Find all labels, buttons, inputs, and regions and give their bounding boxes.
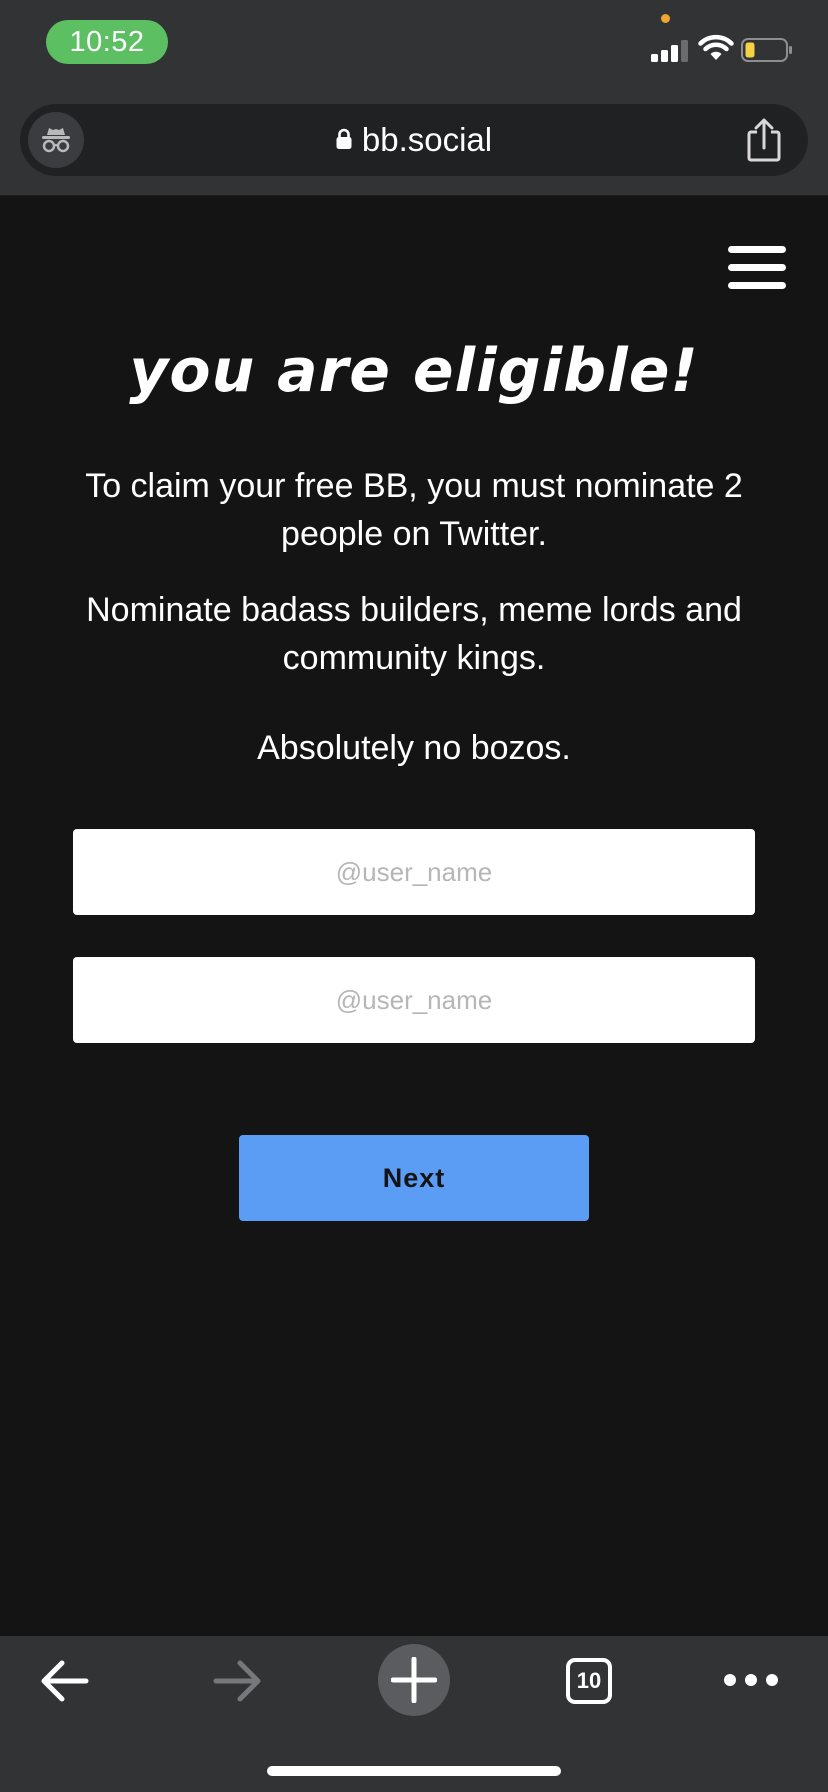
battery-icon bbox=[741, 38, 792, 62]
share-icon[interactable] bbox=[744, 118, 784, 162]
next-button[interactable]: Next bbox=[239, 1135, 589, 1221]
tab-switcher-button[interactable]: 10 bbox=[566, 1658, 612, 1704]
nominee-2-username-input[interactable] bbox=[73, 957, 755, 1043]
claim-instructions: To claim your free BB, you must nominate… bbox=[85, 467, 743, 553]
signal-icon bbox=[651, 38, 689, 62]
new-tab-button[interactable] bbox=[378, 1644, 450, 1716]
browser-address-bar: bb.social bbox=[0, 90, 828, 196]
status-time: 10:52 bbox=[46, 20, 168, 64]
lock-icon bbox=[336, 129, 352, 150]
page-headline: you are eligible! bbox=[129, 336, 699, 406]
hamburger-menu-icon[interactable] bbox=[728, 242, 788, 290]
status-bar: 10:52 bbox=[0, 0, 828, 90]
address-field[interactable]: bb.social bbox=[20, 104, 808, 176]
url-display[interactable]: bb.social bbox=[20, 104, 808, 176]
forward-arrow-icon[interactable] bbox=[212, 1658, 264, 1704]
recording-indicator-dot bbox=[661, 14, 670, 23]
wifi-icon bbox=[698, 34, 734, 60]
nominee-1-username-input[interactable] bbox=[73, 829, 755, 915]
plus-icon bbox=[391, 1657, 437, 1703]
home-indicator bbox=[267, 1766, 561, 1776]
nominate-description: Nominate badass builders, meme lords and… bbox=[86, 591, 742, 677]
url-text: bb.social bbox=[361, 121, 493, 158]
no-bozos-note: Absolutely no bozos. bbox=[257, 729, 571, 767]
back-arrow-icon[interactable] bbox=[38, 1658, 90, 1704]
more-dots-icon[interactable] bbox=[724, 1674, 778, 1686]
